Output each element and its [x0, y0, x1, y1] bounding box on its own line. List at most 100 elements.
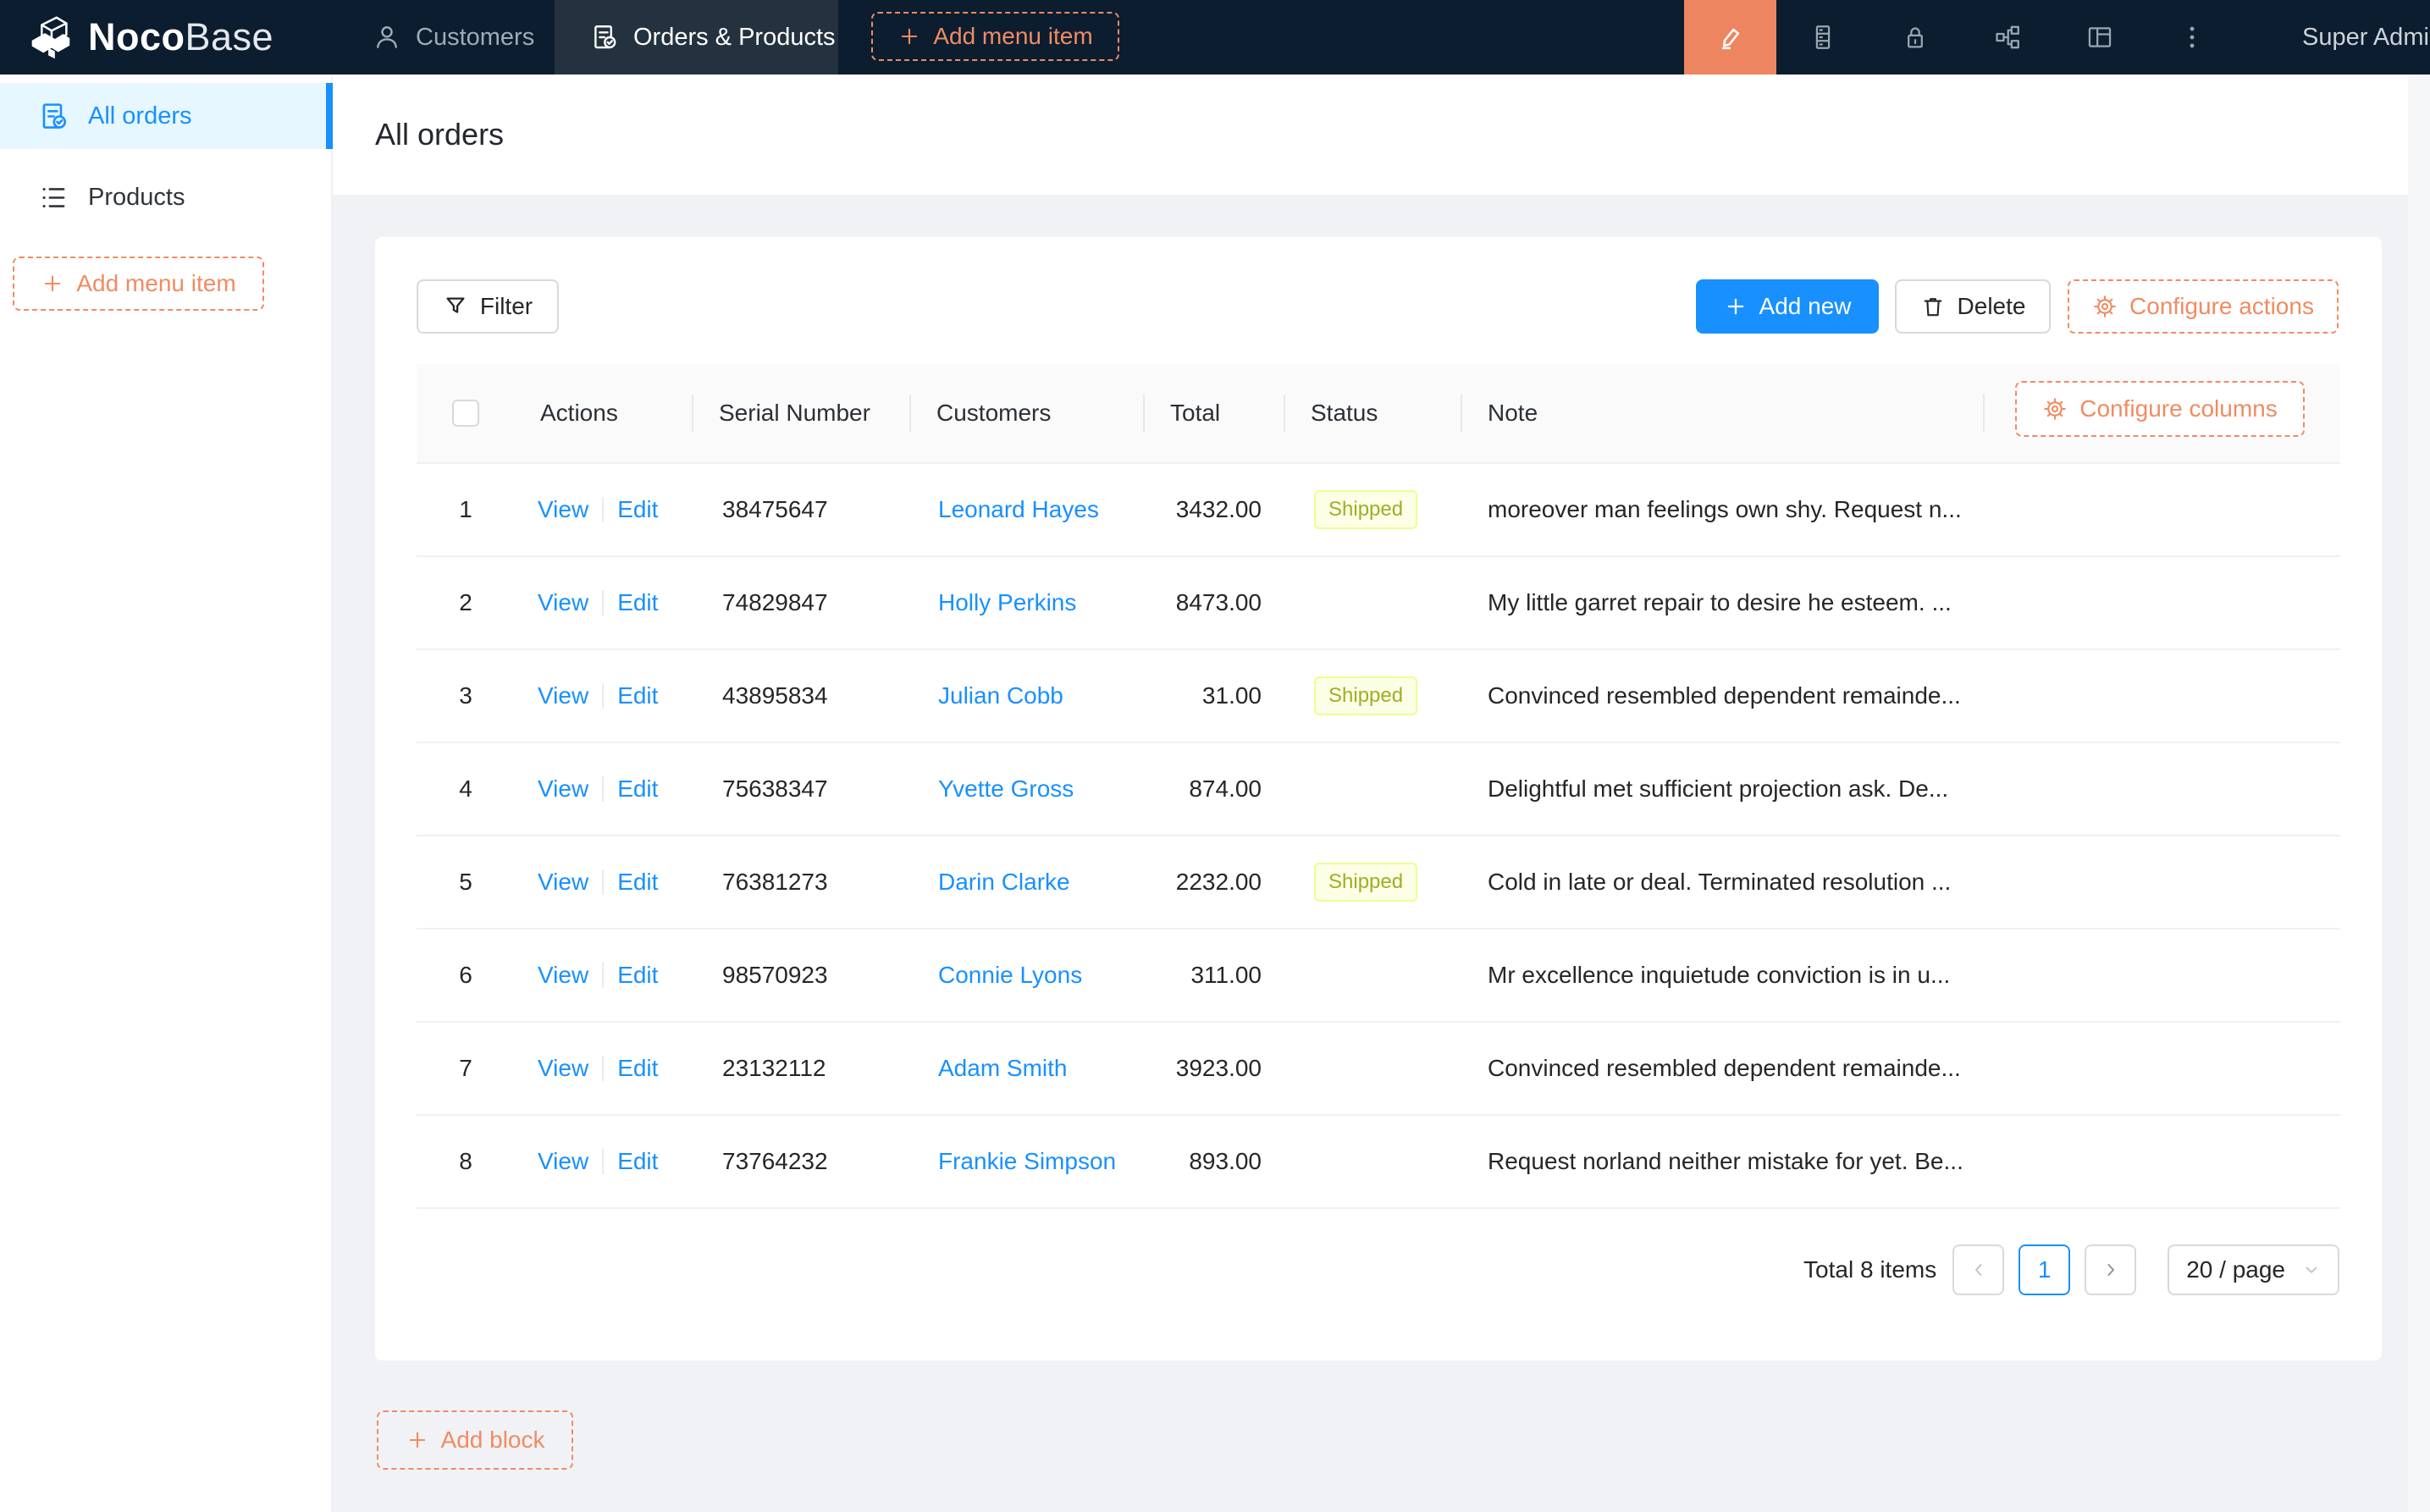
actions-divider: [602, 776, 604, 802]
tab-label: Customers: [416, 24, 534, 52]
total-cell: 3923.00: [1145, 1055, 1285, 1082]
tab-customers[interactable]: Customers: [364, 0, 543, 74]
tab-label: Orders & Products: [633, 24, 836, 52]
total-value: 874.00: [1189, 775, 1262, 802]
row-index: 4: [459, 775, 472, 802]
total-value: 3923.00: [1176, 1055, 1262, 1081]
sidebar-item-all-orders[interactable]: All orders: [0, 83, 331, 149]
view-link[interactable]: View: [538, 496, 588, 523]
customer-link[interactable]: Leonard Hayes: [938, 496, 1099, 522]
pagination-page-1[interactable]: 1: [2019, 1244, 2070, 1295]
customer-link[interactable]: Frankie Simpson: [938, 1148, 1116, 1174]
topbar-add-menu-item-button[interactable]: Add menu item: [871, 12, 1119, 61]
total-value: 8473.00: [1176, 589, 1262, 615]
lock-button[interactable]: [1869, 0, 1961, 74]
tab-orders-products[interactable]: Orders & Products: [555, 0, 838, 74]
row-actions-cell: View Edit: [515, 869, 693, 896]
row-actions-cell: View Edit: [515, 962, 693, 989]
status-tag: Shipped: [1314, 863, 1417, 902]
serial-number-cell: 74829847: [693, 589, 911, 616]
more-button[interactable]: [2146, 0, 2238, 74]
chevron-down-icon: [2302, 1261, 2321, 1279]
note-text: Cold in late or deal. Terminated resolut…: [1488, 869, 1951, 895]
add-new-button[interactable]: Add new: [1696, 279, 1879, 334]
note-text: Mr excellence inquietude conviction is i…: [1488, 962, 1950, 988]
table-row: 2ViewEdit74829847Holly Perkins8473.00My …: [417, 557, 2340, 650]
view-link[interactable]: View: [538, 1148, 588, 1175]
serial-number-cell: 98570923: [693, 962, 911, 989]
configure-columns-button[interactable]: Configure columns: [2015, 381, 2305, 437]
edit-link[interactable]: Edit: [617, 962, 658, 989]
edit-link[interactable]: Edit: [617, 775, 658, 803]
row-index-cell: 8: [417, 1148, 515, 1175]
row-index: 6: [459, 962, 472, 988]
customer-link[interactable]: Holly Perkins: [938, 589, 1076, 615]
serial-number-value: 76381273: [722, 869, 828, 895]
customer-link[interactable]: Darin Clarke: [938, 869, 1070, 895]
customer-link[interactable]: Connie Lyons: [938, 962, 1082, 988]
table-row: 7ViewEdit23132112Adam Smith3923.00Convin…: [417, 1023, 2340, 1116]
view-link[interactable]: View: [538, 682, 588, 709]
customer-link[interactable]: Adam Smith: [938, 1055, 1068, 1081]
topbar-actions: Super Admin: [1684, 0, 2430, 74]
table-row: 5ViewEdit76381273Darin Clarke2232.00Ship…: [417, 836, 2340, 930]
edit-link[interactable]: Edit: [617, 869, 658, 896]
sidebar-add-menu-item-button[interactable]: Add menu item: [13, 257, 264, 311]
total-cell: 8473.00: [1145, 589, 1285, 616]
pagination-next-button[interactable]: [2085, 1244, 2136, 1295]
customer-link[interactable]: Julian Cobb: [938, 682, 1063, 709]
file-done-icon: [590, 23, 619, 52]
serial-number-cell: 76381273: [693, 869, 911, 896]
page-size-select[interactable]: 20 / page: [2168, 1244, 2339, 1295]
org-chart-icon: [1993, 23, 2022, 52]
user-icon: [373, 23, 401, 52]
row-actions-cell: View Edit: [515, 1055, 693, 1082]
note-text: Convinced resembled dependent remainde..…: [1488, 682, 1961, 709]
note-cell: Mr excellence inquietude conviction is i…: [1462, 962, 1985, 989]
lock-icon: [1901, 23, 1930, 52]
actions-divider: [602, 590, 604, 615]
scrollbar-track[interactable]: [2408, 74, 2430, 1512]
view-link[interactable]: View: [538, 869, 588, 896]
total-value: 893.00: [1189, 1148, 1262, 1174]
row-index: 2: [459, 589, 472, 615]
view-link[interactable]: View: [538, 962, 588, 989]
edit-link[interactable]: Edit: [617, 682, 658, 709]
customer-cell: Frankie Simpson: [911, 1148, 1145, 1175]
database-icon: [1809, 23, 1837, 52]
customer-cell: Julian Cobb: [911, 682, 1145, 709]
current-user[interactable]: Super Admin: [2302, 24, 2430, 52]
pagination-prev-button[interactable]: [1952, 1244, 2004, 1295]
row-index: 8: [459, 1148, 472, 1174]
configure-actions-button[interactable]: Configure actions: [2068, 279, 2339, 334]
delete-button[interactable]: Delete: [1895, 279, 2051, 334]
database-button[interactable]: [1776, 0, 1869, 74]
filter-button[interactable]: Filter: [417, 279, 559, 334]
table-body: 1ViewEdit38475647Leonard Hayes3432.00Shi…: [417, 464, 2340, 1209]
view-link[interactable]: View: [538, 1055, 588, 1082]
note-text: Request norland neither mistake for yet.…: [1488, 1148, 1963, 1174]
row-index-cell: 4: [417, 775, 515, 803]
serial-number-value: 75638347: [722, 775, 828, 802]
file-done-icon: [38, 101, 69, 132]
customer-link[interactable]: Yvette Gross: [938, 775, 1074, 802]
select-all-cell: [417, 364, 515, 462]
nocobase-logo-icon: [24, 11, 76, 63]
add-block-button[interactable]: Add block: [377, 1410, 573, 1470]
edit-link[interactable]: Edit: [617, 496, 658, 523]
edit-link[interactable]: Edit: [617, 1055, 658, 1082]
nocobase-logo: NocoBase: [24, 0, 273, 74]
select-all-checkbox[interactable]: [452, 400, 479, 427]
plugin-manager-button[interactable]: [1961, 0, 2053, 74]
sidebar: All orders Products Add menu item: [0, 74, 333, 1512]
row-index: 1: [459, 496, 472, 522]
layout-button[interactable]: [2053, 0, 2146, 74]
edit-link[interactable]: Edit: [617, 1148, 658, 1175]
status-tag: Shipped: [1314, 676, 1417, 715]
view-link[interactable]: View: [538, 775, 588, 803]
column-header-total: Total: [1145, 364, 1285, 462]
view-link[interactable]: View: [538, 589, 588, 616]
ui-editor-button[interactable]: [1684, 0, 1776, 74]
sidebar-item-products[interactable]: Products: [0, 164, 331, 230]
edit-link[interactable]: Edit: [617, 589, 658, 616]
